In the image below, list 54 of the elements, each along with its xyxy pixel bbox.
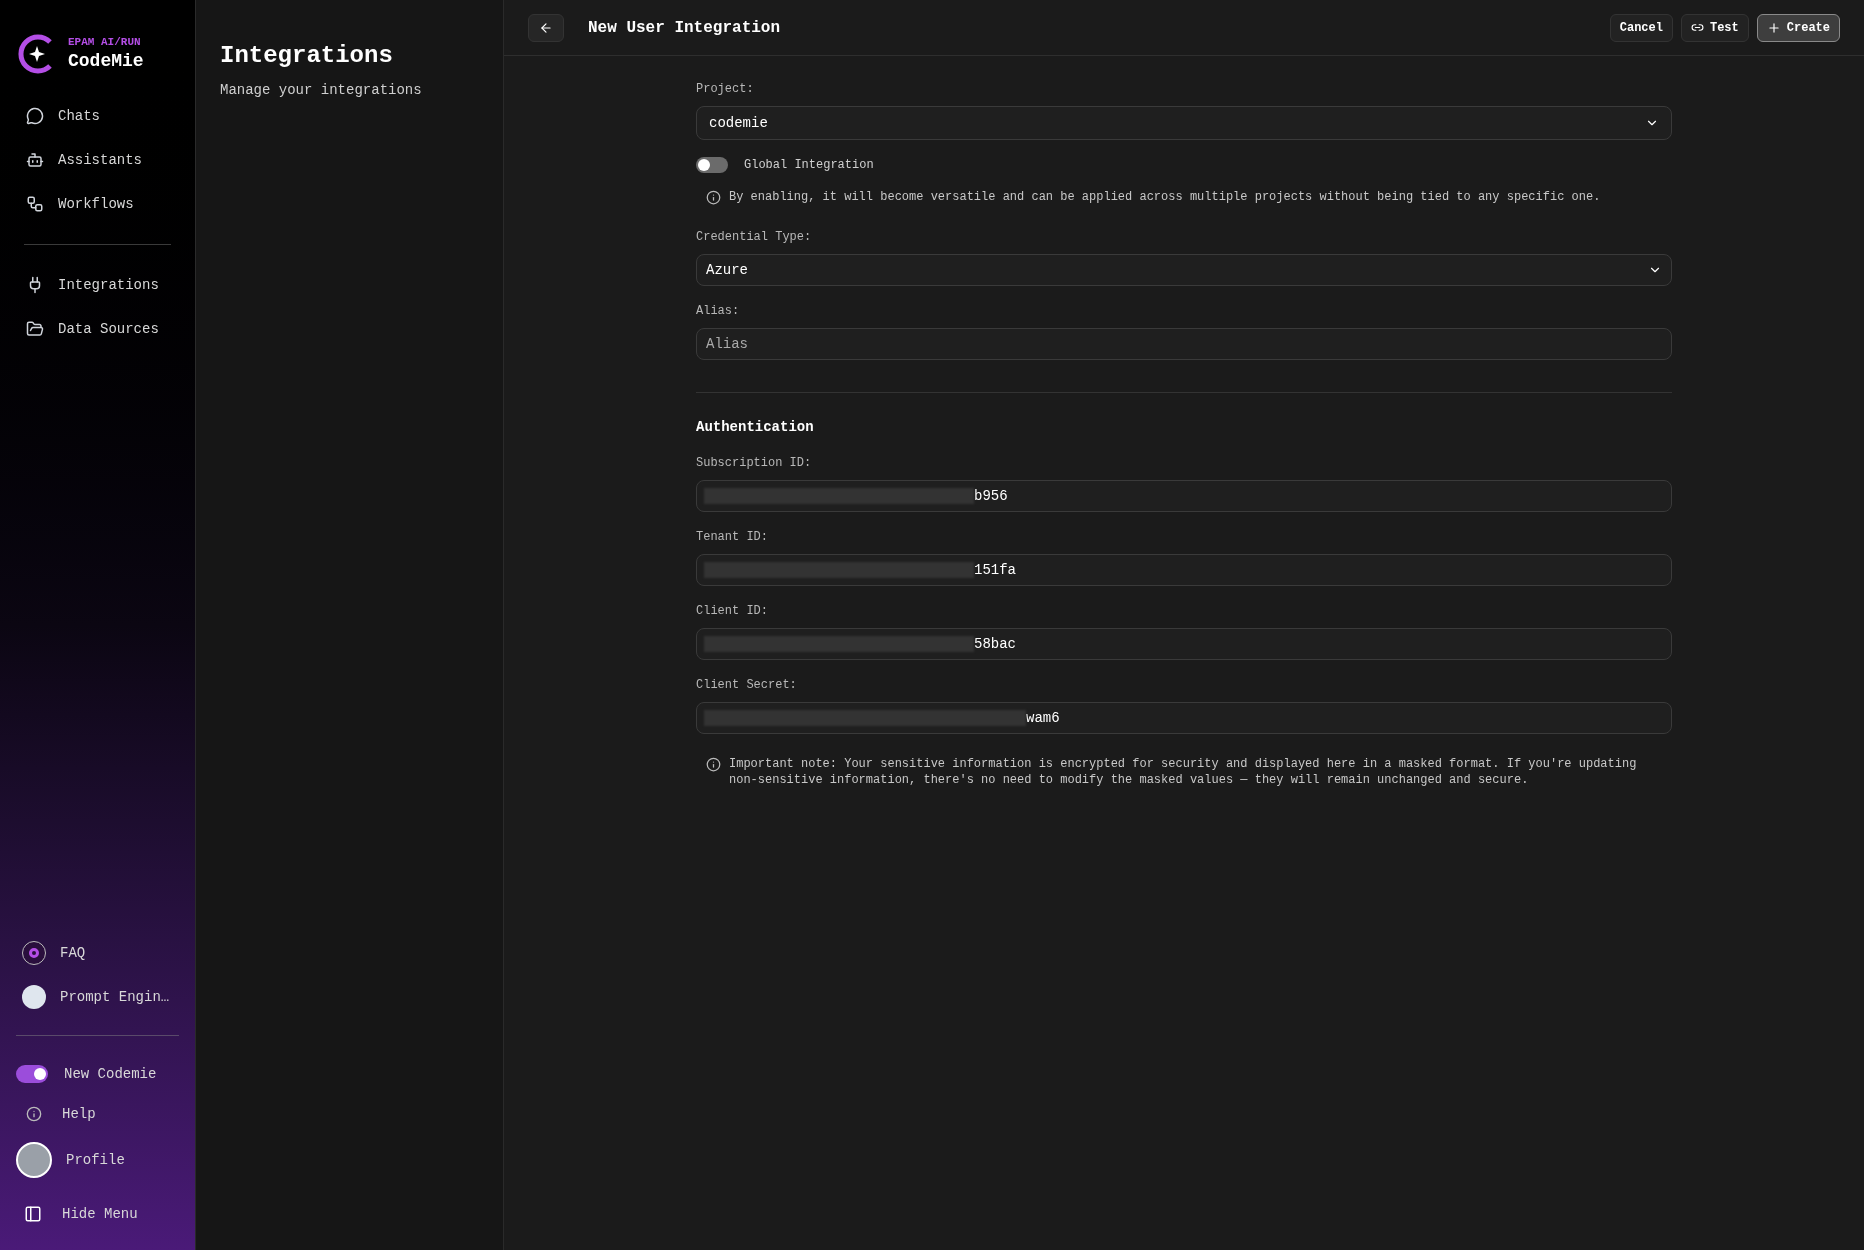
nav-item[interactable]: Prompt Engin… — [22, 985, 179, 1009]
faq-logo-icon — [22, 941, 46, 965]
credential-field[interactable]: 58bac — [696, 628, 1672, 660]
avatar — [16, 1142, 52, 1178]
workflow-icon — [26, 195, 44, 213]
back-button[interactable] — [528, 13, 564, 42]
field-label: Tenant ID: — [696, 529, 769, 546]
nav-item[interactable]: Workflows — [26, 192, 179, 216]
alias-input[interactable]: Alias — [696, 328, 1672, 360]
logo-icon — [18, 34, 54, 74]
new-codemie-toggle[interactable] — [16, 1065, 48, 1083]
info-icon — [706, 757, 721, 772]
toggle-label: New Codemie — [64, 1064, 157, 1084]
section-subtitle: Manage your integrations — [220, 81, 423, 100]
folder-icon — [26, 320, 44, 338]
field-label: Alias: — [696, 303, 741, 320]
info-icon — [706, 189, 721, 205]
credential-type-select[interactable]: Azure — [696, 254, 1672, 286]
brand-eyebrow: EPAM AI/RUN — [68, 35, 142, 49]
field-label: Client Secret: — [696, 677, 798, 694]
help-link[interactable]: Help — [16, 1102, 179, 1126]
hide-menu-link[interactable]: Hide Menu — [16, 1202, 179, 1226]
info-note: Important note: Your sensitive information is encrypted for security and displayed here in a masked format. If you're updating non-sensitive information, there's no need to modify the masked values — they will remain unchanged and secure. — [729, 756, 1638, 788]
cancel-button[interactable]: Cancel — [1609, 13, 1673, 42]
brand-name: CodeMie — [68, 50, 144, 73]
field-label: Subscription ID: — [696, 455, 813, 472]
profile-link[interactable]: Profile — [16, 1142, 179, 1178]
credential-field[interactable]: wam6 — [696, 702, 1672, 734]
project-select[interactable]: codemie — [696, 106, 1672, 140]
test-button[interactable]: Test — [1680, 13, 1749, 42]
robot-icon — [26, 151, 44, 169]
nav-item[interactable]: Assistants — [26, 148, 179, 172]
plus-icon — [1766, 20, 1781, 35]
credential-field[interactable]: b956 — [696, 480, 1672, 512]
nav-item[interactable]: Data Sources — [26, 317, 179, 341]
section-heading: Authentication — [696, 418, 815, 437]
credential-field[interactable]: 151fa — [696, 554, 1672, 586]
info-icon — [26, 1106, 42, 1122]
create-button[interactable]: Create — [1756, 13, 1840, 42]
arrow-left-icon — [539, 20, 553, 35]
field-label: Credential Type: — [696, 229, 813, 246]
link-icon — [1690, 21, 1704, 34]
global-integration-toggle[interactable] — [696, 157, 728, 173]
field-label: Client ID: — [696, 603, 769, 620]
info-note: By enabling, it will become versatile and can be applied across multiple projects without being tied to any specific one. — [729, 189, 1601, 206]
chat-bubble-icon — [26, 107, 44, 125]
panel-icon — [24, 1205, 42, 1223]
nav-item[interactable]: Integrations — [26, 273, 179, 297]
section-title: Integrations — [220, 41, 394, 71]
page-title: New User Integration — [588, 17, 781, 39]
field-label: Project: — [696, 81, 755, 98]
nav-item[interactable]: Chats — [26, 104, 179, 128]
nav-item[interactable]: FAQ — [22, 941, 179, 965]
toggle-label: Global Integration — [744, 157, 874, 174]
